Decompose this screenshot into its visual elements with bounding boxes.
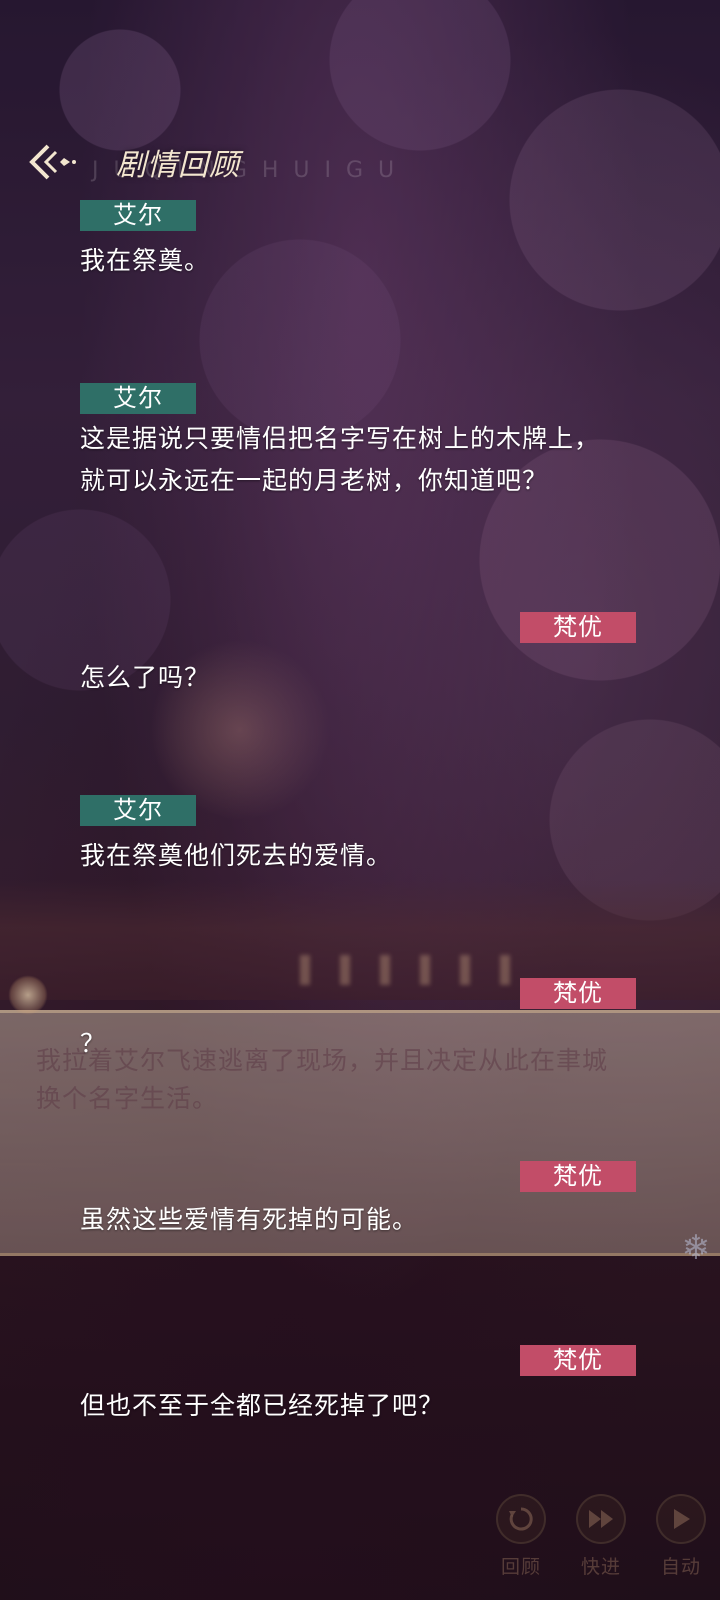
lantern-icon xyxy=(8,975,48,1015)
snowflake-icon: ❄ xyxy=(681,1228,711,1268)
dialogue-text: 我在祭奠。 xyxy=(80,240,680,282)
background-lanterns xyxy=(300,955,540,985)
speaker-name-tag: 梵优 xyxy=(520,1161,636,1192)
speaker-name-tag: 梵优 xyxy=(520,612,636,643)
dialogue-line: 怎么了吗？ xyxy=(80,663,211,692)
speaker-name-tag: 梵优 xyxy=(520,1345,636,1376)
review-button[interactable]: 回顾 xyxy=(491,1494,551,1579)
dialogue-line: 但也不至于全都已经死掉了吧？ xyxy=(80,1391,445,1420)
speaker-name-tag: 艾尔 xyxy=(80,200,196,231)
dialogue-line: 我在祭奠。 xyxy=(80,246,211,275)
control-label: 回顾 xyxy=(500,1556,541,1578)
back-button[interactable] xyxy=(26,140,78,184)
dialogue-line: 虽然这些爱情有死掉的可能。 xyxy=(80,1205,419,1234)
dialogue-line: 我在祭奠他们死去的爱情。 xyxy=(80,841,393,870)
dialogue-text: 虽然这些爱情有死掉的可能。 xyxy=(80,1199,680,1241)
auto-play-button[interactable]: 自动 xyxy=(651,1494,711,1579)
fast-forward-icon xyxy=(576,1494,626,1544)
narration-line: 换个名字生活。 xyxy=(36,1084,219,1113)
speaker-name-tag: 艾尔 xyxy=(80,795,196,826)
dialogue-text: 但也不至于全都已经死掉了吧？ xyxy=(80,1385,680,1427)
auto-play-icon xyxy=(656,1494,706,1544)
dialogue-line: ？ xyxy=(80,1029,107,1058)
fast-forward-button[interactable]: 快进 xyxy=(571,1494,631,1579)
back-arrow-icon xyxy=(29,144,76,180)
dialogue-line: 就可以永远在一起的月老树，你知道吧？ xyxy=(80,466,549,495)
control-label: 自动 xyxy=(660,1556,701,1578)
page-title: 剧情回顾 xyxy=(116,148,240,183)
dialogue-text: 我在祭奠他们死去的爱情。 xyxy=(80,835,680,877)
speaker-name-tag: 梵优 xyxy=(520,978,636,1009)
review-icon xyxy=(496,1494,546,1544)
control-label: 快进 xyxy=(580,1556,621,1578)
dialogue-text: 这是据说只要情侣把名字写在树上的木牌上， 就可以永远在一起的月老树，你知道吧？ xyxy=(80,418,680,502)
dialogue-text: ？ xyxy=(80,1023,680,1065)
story-review-screen: 我拉着艾尔飞速逃离了现场，并且决定从此在聿城 换个名字生活。 ❄ J U Q I… xyxy=(0,0,720,1600)
dialogue-line: 这是据说只要情侣把名字写在树上的木牌上， xyxy=(80,424,601,453)
dialogue-text: 怎么了吗？ xyxy=(80,657,680,699)
speaker-name-tag: 艾尔 xyxy=(80,383,196,414)
